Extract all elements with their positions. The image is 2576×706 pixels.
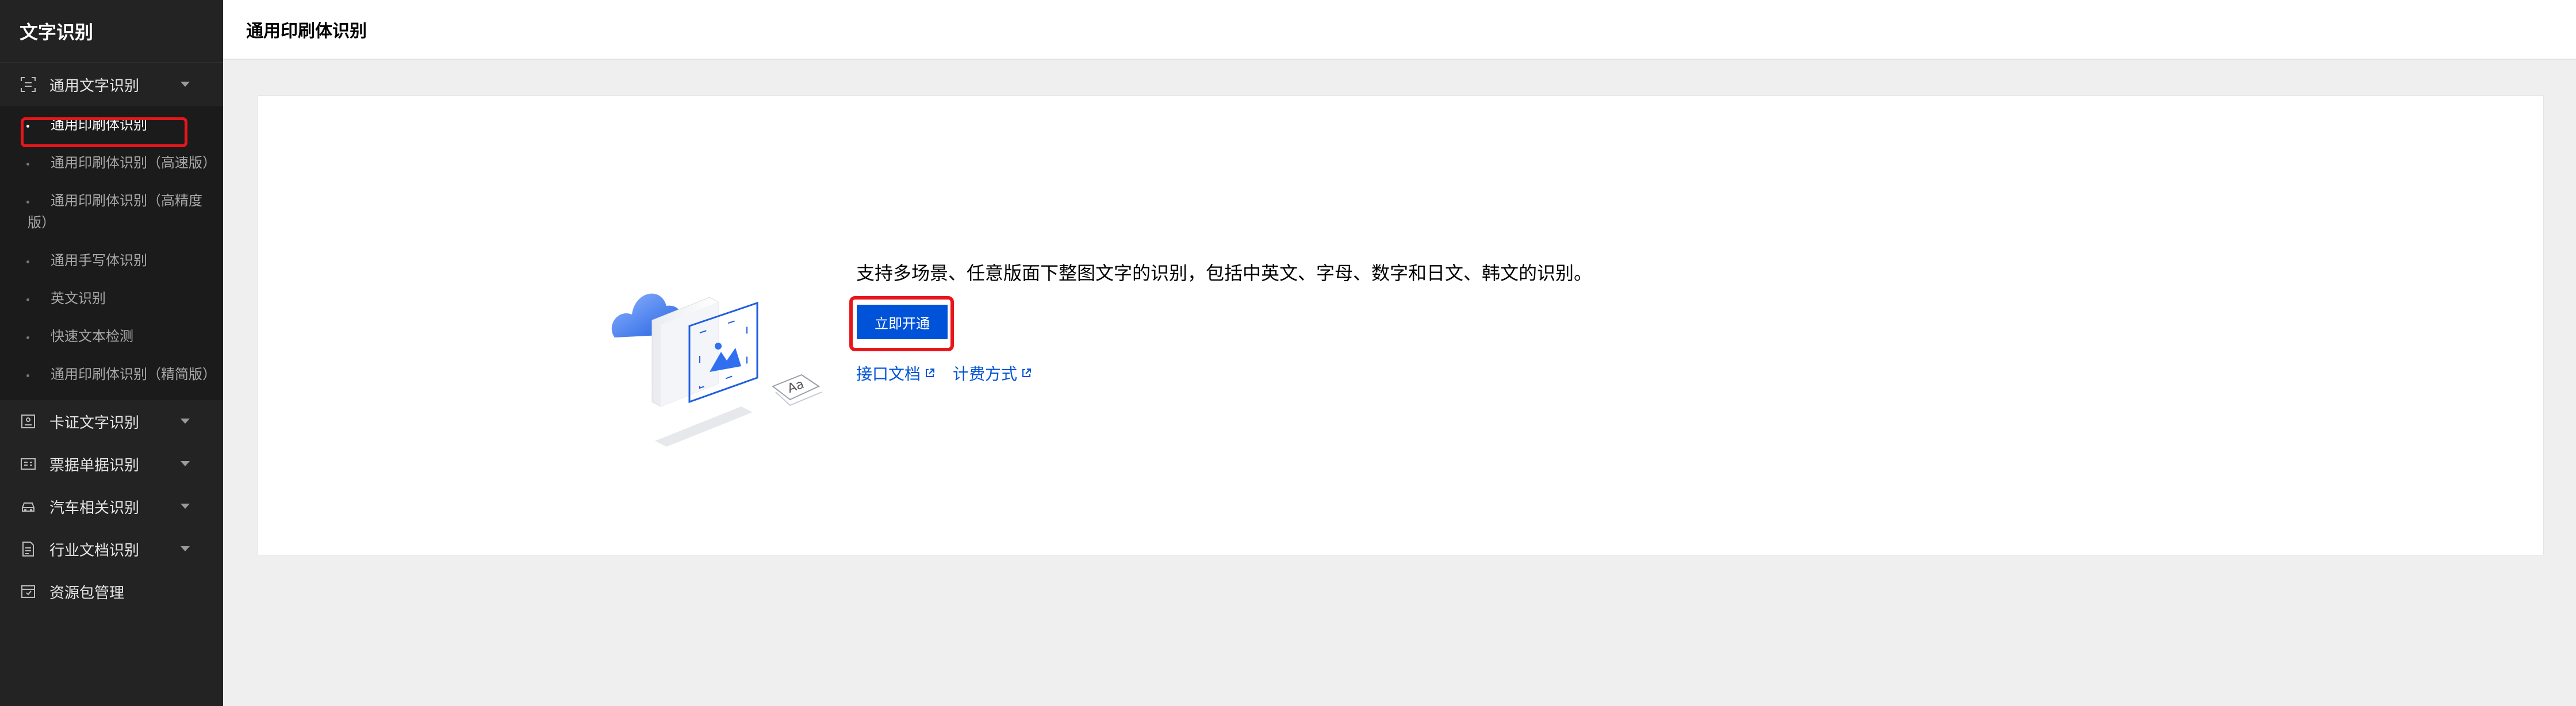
menu-group-industry-doc[interactable]: 行业文档识别 xyxy=(0,528,223,570)
submenu-item-general-print-lite[interactable]: 通用印刷体识别（精简版） xyxy=(0,355,223,393)
id-card-icon xyxy=(20,413,37,430)
document-icon xyxy=(20,540,37,558)
submenu-item-label: 通用印刷体识别（高速版） xyxy=(51,155,216,171)
external-link-icon xyxy=(926,369,935,377)
scan-text-icon xyxy=(20,76,37,93)
menu-group-card-ocr[interactable]: 卡证文字识别 xyxy=(0,400,223,443)
chevron-down-icon xyxy=(181,82,190,87)
menu-group-label: 通用文字识别 xyxy=(49,77,140,95)
submenu-item-general-print-accurate[interactable]: 通用印刷体识别（高精度版） xyxy=(0,182,223,241)
menu-group-label: 卡证文字识别 xyxy=(49,414,140,432)
submenu-item-text-detection[interactable]: 快速文本检测 xyxy=(0,317,223,355)
sidebar-title: 文字识别 xyxy=(0,0,223,63)
submenu-item-label: 英文识别 xyxy=(51,290,106,306)
submenu-item-label: 通用印刷体识别（精简版） xyxy=(51,366,216,382)
ocr-illustration: Aa xyxy=(611,293,822,447)
doc-links: 接口文档 计费方式 xyxy=(856,362,1032,385)
car-icon xyxy=(20,498,37,515)
menu-group-label: 票据单据识别 xyxy=(49,456,140,474)
pricing-link-label: 计费方式 xyxy=(953,364,1018,383)
submenu-item-label: 通用印刷体识别（高精度版） xyxy=(28,193,202,231)
bullet-icon xyxy=(26,374,29,377)
chevron-down-icon xyxy=(181,504,190,509)
bullet-icon xyxy=(26,201,29,204)
menu-group-car-ocr[interactable]: 汽车相关识别 xyxy=(0,485,223,528)
active-item-highlight xyxy=(21,117,187,147)
submenu-item-label: 快速文本检测 xyxy=(51,328,133,344)
page-header: 通用印刷体识别 xyxy=(223,0,2576,60)
api-docs-link-label: 接口文档 xyxy=(856,364,921,383)
api-docs-link[interactable]: 接口文档 xyxy=(856,362,936,385)
service-description: 支持多场景、任意版面下整图文字的识别，包括中英文、字母、数字和日文、韩文的识别。 xyxy=(856,262,1593,284)
sidebar: 文字识别 通用文字识别 通用印刷体识别 通用印刷体识别（高速版） 通用印刷体识别… xyxy=(0,0,223,706)
menu-group-receipt-ocr[interactable]: 票据单据识别 xyxy=(0,443,223,485)
menu-item-label: 资源包管理 xyxy=(49,584,125,602)
package-icon xyxy=(20,583,37,600)
pricing-link[interactable]: 计费方式 xyxy=(953,362,1032,385)
chevron-down-icon xyxy=(181,419,190,424)
submenu-item-general-print-fast[interactable]: 通用印刷体识别（高速版） xyxy=(0,144,223,182)
page-title: 通用印刷体识别 xyxy=(246,21,367,41)
chevron-down-icon xyxy=(181,546,190,551)
menu-item-package-management[interactable]: 资源包管理 xyxy=(0,570,223,613)
menu-group-label: 汽车相关识别 xyxy=(49,499,140,517)
bullet-icon xyxy=(26,163,29,166)
submenu-item-handwriting[interactable]: 通用手写体识别 xyxy=(0,241,223,279)
submenu-item-label: 通用手写体识别 xyxy=(51,252,147,268)
menu-group-general-ocr[interactable]: 通用文字识别 xyxy=(0,63,223,106)
menu-group-label: 行业文档识别 xyxy=(49,542,140,559)
external-link-icon xyxy=(1022,369,1032,377)
submenu-general-ocr: 通用印刷体识别 通用印刷体识别（高速版） 通用印刷体识别（高精度版） 通用手写体… xyxy=(0,106,223,400)
bullet-icon xyxy=(26,336,29,339)
chevron-down-icon xyxy=(181,461,190,466)
bullet-icon xyxy=(26,260,29,263)
activate-now-button[interactable]: 立即开通 xyxy=(857,305,948,339)
receipt-icon xyxy=(20,455,37,473)
service-card: Aa 支持多场景、任意版面下整图文字的识别，包括中英文、字母、数字和日文、韩文的… xyxy=(258,95,2544,555)
bullet-icon xyxy=(26,298,29,301)
submenu-item-english[interactable]: 英文识别 xyxy=(0,279,223,317)
